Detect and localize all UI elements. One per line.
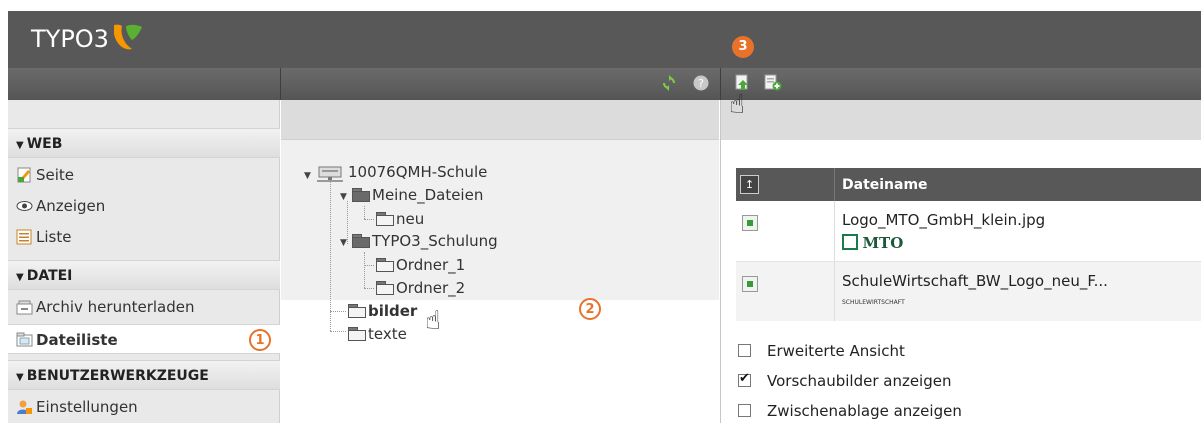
option-erweiterte-ansicht[interactable]: Erweiterte Ansicht — [738, 342, 905, 360]
folder-icon — [376, 212, 394, 226]
file-row[interactable]: SchuleWirtschaft_BW_Logo_neu_F... SCHULE… — [736, 261, 1201, 321]
section-label: BENUTZERWERKZEUGE — [26, 368, 209, 384]
folder-icon — [376, 258, 394, 272]
sidebar-item-label: Liste — [36, 228, 72, 246]
tree-node-root[interactable]: 10076QMH-Schule — [348, 163, 487, 181]
top-header — [8, 11, 1201, 68]
sidebar-item-dateiliste[interactable]: Dateiliste — [8, 324, 280, 354]
expand-triangle-icon[interactable]: ▼ — [304, 171, 311, 181]
tree-node-ordner-1[interactable]: Ordner_1 — [376, 256, 465, 274]
section-web[interactable]: ▼ WEB — [8, 128, 280, 158]
filelist-header — [720, 100, 1201, 140]
collapse-triangle-icon: ▼ — [16, 372, 24, 383]
storage-icon — [317, 166, 343, 182]
folder-icon — [376, 281, 394, 295]
callout-badge-1: 1 — [249, 329, 271, 351]
sidebar-item-archiv[interactable]: Archiv herunterladen — [8, 292, 280, 322]
new-file-icon[interactable] — [764, 74, 782, 91]
tree-node-texte[interactable]: texte — [348, 325, 407, 343]
tree-node-label: TYPO3_Schulung — [372, 232, 498, 250]
option-label: Vorschaubilder anzeigen — [767, 372, 952, 390]
expand-triangle-icon[interactable]: ▼ — [340, 238, 347, 248]
refresh-icon[interactable] — [661, 75, 677, 91]
option-label: Erweiterte Ansicht — [767, 342, 905, 360]
sidebar-item-anzeigen[interactable]: Anzeigen — [8, 191, 280, 221]
tree-node-bilder[interactable]: bilder — [348, 302, 417, 320]
thumbnail-mto: MTO — [842, 234, 932, 256]
tree-node-label: texte — [368, 325, 407, 343]
sidebar-item-label: Archiv herunterladen — [36, 298, 195, 316]
eye-icon — [16, 201, 33, 211]
svg-text:?: ? — [698, 77, 704, 90]
thumbnail-schulewirtschaft: SCHULEWIRTSCHAFT — [842, 299, 905, 306]
tree-node-ordner-2[interactable]: Ordner_2 — [376, 279, 465, 297]
tree-node-label: Meine_Dateien — [372, 186, 484, 204]
sort-up-icon[interactable]: ↥ — [740, 175, 759, 194]
sidebar-item-label: Einstellungen — [36, 398, 138, 416]
image-file-icon — [742, 276, 758, 292]
tree-header — [281, 100, 719, 140]
module-menu: ▼ WEB Seite Anzeigen Liste ▼ DATEI Archiv … — [8, 100, 280, 423]
tree-node-neu[interactable]: neu — [376, 210, 424, 228]
filelist-icon — [16, 332, 33, 347]
folder-open-icon — [352, 188, 370, 202]
column-header-dateiname[interactable]: Dateiname — [842, 177, 928, 193]
tree-node-typo3-schulung[interactable]: TYPO3_Schulung — [352, 232, 498, 250]
tree-node-label: Ordner_1 — [396, 256, 466, 274]
tree-node-label: bilder — [368, 302, 418, 320]
collapse-triangle-icon: ▼ — [16, 272, 24, 283]
expand-triangle-icon[interactable]: ▼ — [340, 192, 347, 202]
section-label: WEB — [26, 136, 63, 152]
checkbox-checked[interactable] — [738, 371, 751, 387]
file-row[interactable]: Logo_MTO_GmbH_klein.jpg MTO — [736, 201, 1201, 261]
collapse-triangle-icon: ▼ — [16, 140, 24, 151]
typo3-logo-icon — [114, 24, 142, 50]
folder-tree-lower — [281, 300, 719, 423]
hand-cursor-icon: ☝ — [425, 306, 441, 336]
filelist-table-header — [736, 168, 1201, 201]
help-icon[interactable]: ? — [693, 75, 709, 91]
checkbox[interactable] — [738, 404, 751, 417]
typo3-logo-text: TYPO3 — [31, 25, 109, 53]
option-vorschaubilder[interactable]: Vorschaubilder anzeigen — [738, 371, 952, 390]
page-icon — [17, 167, 31, 183]
image-file-icon — [742, 215, 758, 231]
sidebar-item-seite[interactable]: Seite — [8, 160, 280, 190]
folder-icon — [348, 327, 366, 341]
option-label: Zwischenablage anzeigen — [767, 402, 962, 420]
sidebar-item-einstellungen[interactable]: Einstellungen — [8, 392, 280, 422]
file-name[interactable]: SchuleWirtschaft_BW_Logo_neu_F... — [842, 272, 1108, 290]
module-toolbar — [8, 68, 1201, 100]
tree-node-meine-dateien[interactable]: Meine_Dateien — [352, 186, 483, 204]
checkbox[interactable] — [738, 344, 751, 357]
section-label: DATEI — [26, 268, 73, 284]
callout-badge-3: 3 — [732, 36, 754, 58]
sidebar-item-label: Dateiliste — [36, 331, 118, 349]
section-benutzerwerkzeuge[interactable]: ▼ BENUTZERWERKZEUGE — [8, 360, 280, 390]
upload-file-icon[interactable] — [735, 74, 751, 91]
hand-cursor-icon: ☝ — [729, 90, 745, 120]
user-settings-icon — [17, 400, 32, 414]
sidebar-item-label: Seite — [36, 166, 75, 184]
folder-icon — [348, 304, 366, 318]
list-icon — [16, 229, 32, 245]
folder-open-icon — [352, 234, 370, 248]
tree-node-label: Ordner_2 — [396, 279, 466, 297]
option-zwischenablage[interactable]: Zwischenablage anzeigen — [738, 402, 962, 420]
sidebar-item-liste[interactable]: Liste — [8, 222, 280, 252]
file-name[interactable]: Logo_MTO_GmbH_klein.jpg — [842, 211, 1045, 229]
archive-icon — [16, 300, 33, 315]
callout-badge-2: 2 — [579, 298, 601, 320]
sidebar-item-label: Anzeigen — [36, 197, 106, 215]
section-datei[interactable]: ▼ DATEI — [8, 260, 280, 290]
tree-node-label: neu — [396, 210, 425, 228]
